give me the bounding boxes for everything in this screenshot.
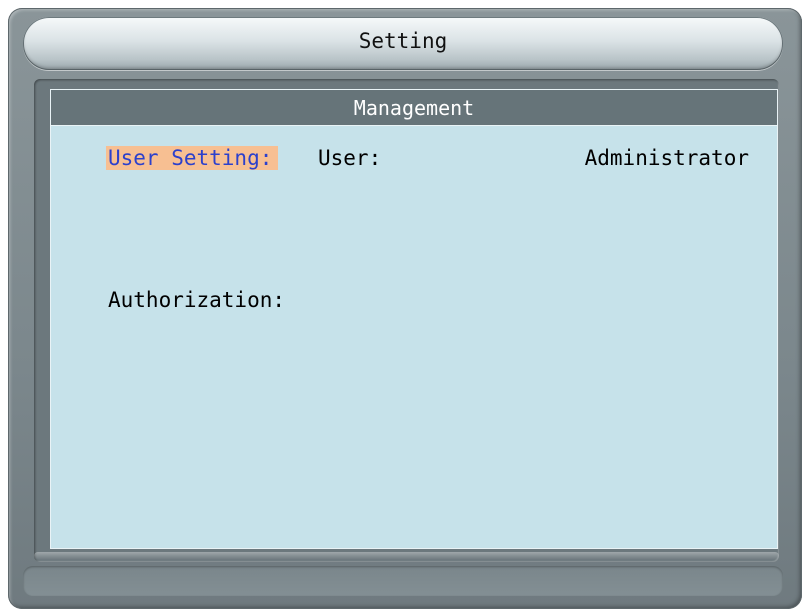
user-setting-menu-item[interactable]: User Setting: [106, 146, 279, 170]
management-panel: Management User Setting: User: Administr… [50, 89, 778, 549]
panel-shine [34, 552, 779, 560]
user-label: User: [318, 146, 382, 170]
window-title: Setting [358, 29, 448, 53]
title-bar: Setting [23, 17, 783, 70]
section-header: Management [51, 90, 777, 126]
user-value[interactable]: Administrator [585, 146, 749, 170]
bottom-bar [23, 566, 783, 596]
authorization-label: Authorization: [108, 288, 286, 312]
